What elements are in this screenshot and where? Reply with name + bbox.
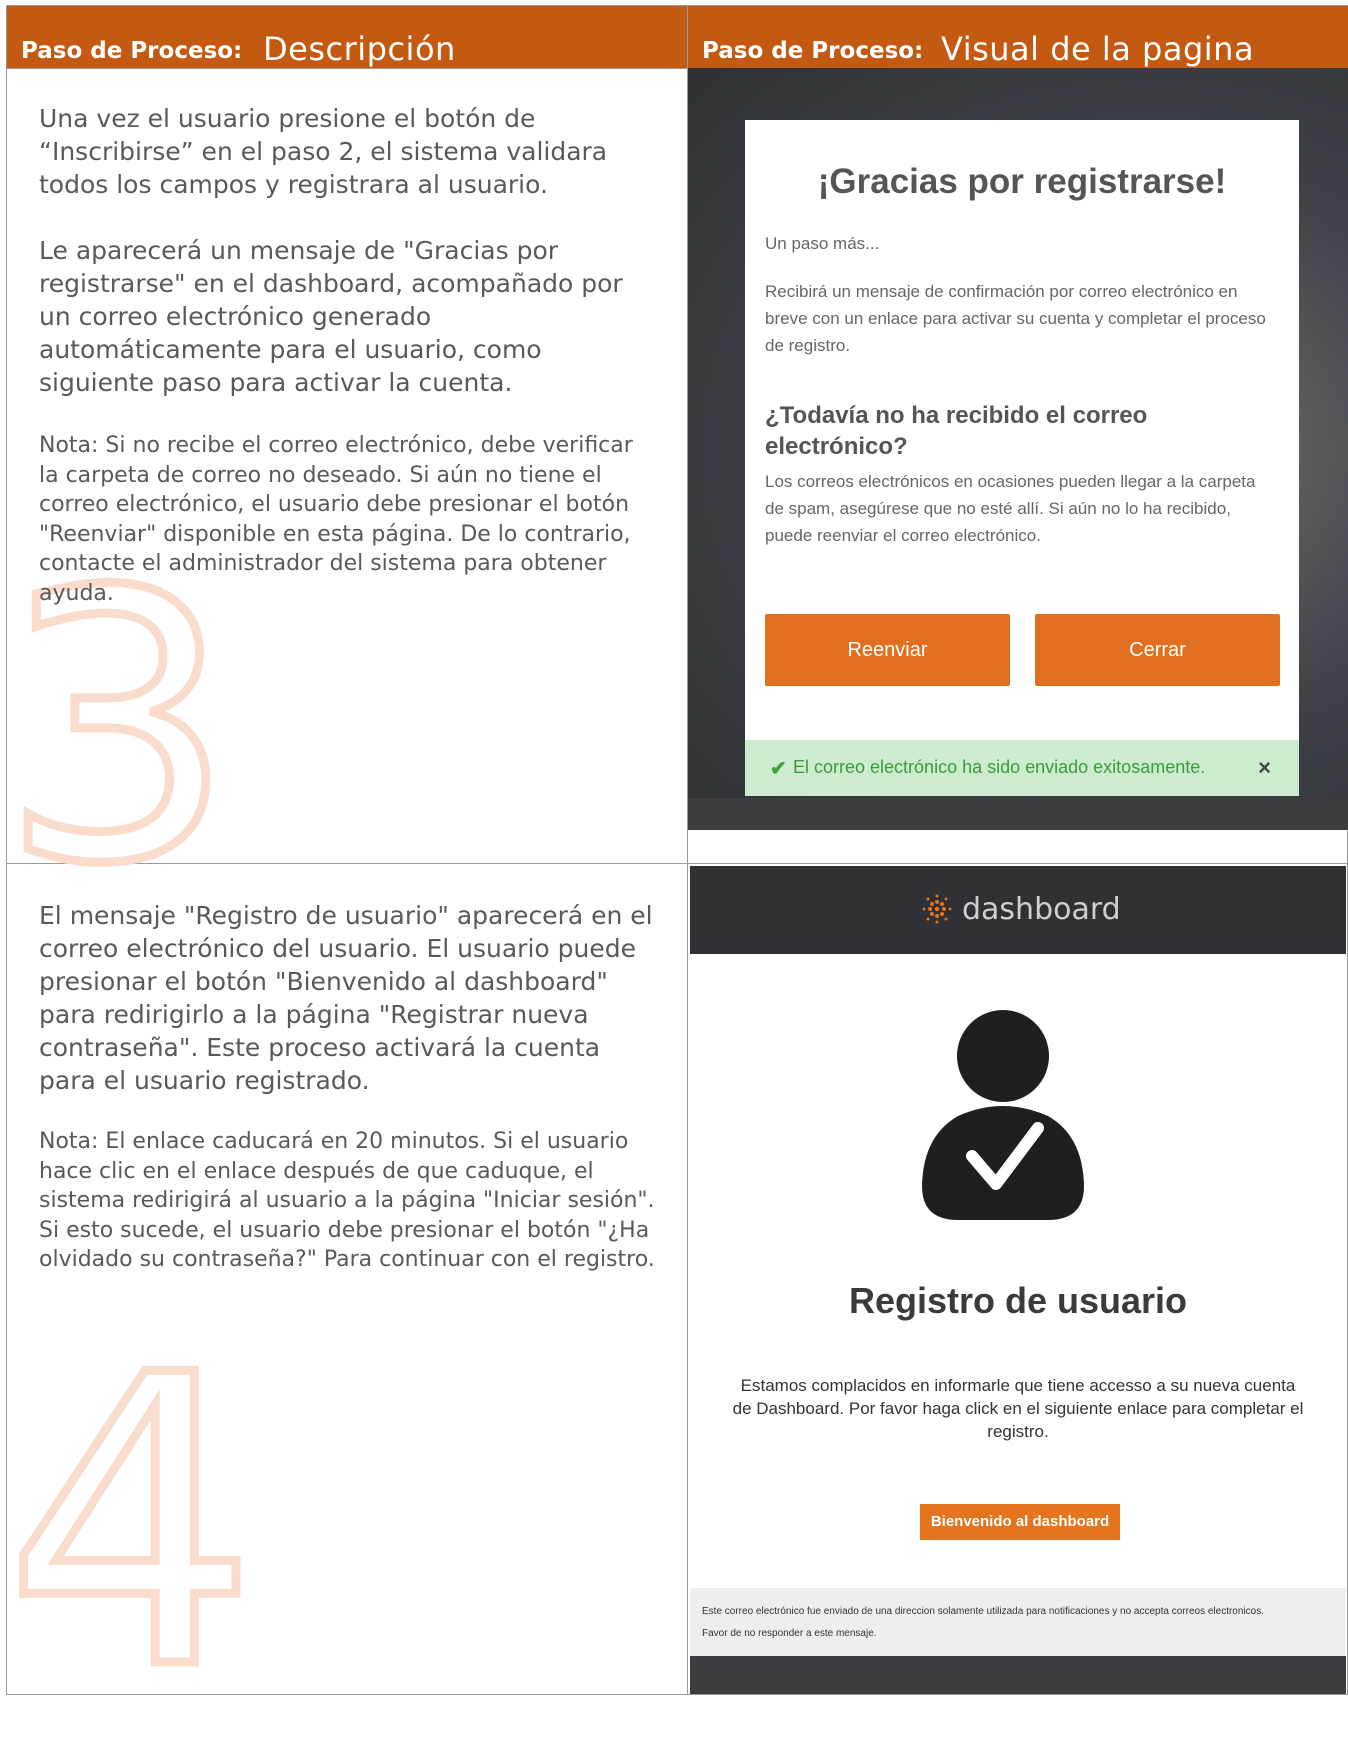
modal-question: ¿Todavía no ha recibido el correo electr… [765, 402, 1148, 460]
step4-paragraph-1: El mensaje "Registro de usuario" aparece… [39, 901, 653, 1095]
step4-note: Nota: El enlace caducará en 20 minutos. … [39, 1129, 655, 1272]
email-title: Registro de usuario [848, 1280, 1188, 1321]
step3-paragraph-2: Le aparecerá un mensaje de "Gracias por … [39, 236, 623, 397]
email-bottom-bar [690, 1656, 1346, 1694]
dashboard-logo-icon [922, 894, 952, 924]
success-alert-message: El correo electrónico ha sido enviado ex… [793, 757, 1206, 777]
email-footer-line-1: Este correo electrónico fue enviado de u… [702, 1606, 1264, 1617]
modal-hint: Los correos electrónicos en ocasiones pu… [765, 472, 1256, 545]
description-header-title: Descripción [263, 30, 456, 68]
email-header-bar: dashboard [690, 866, 1346, 954]
email-footer-line-2: Favor de no responder a este mensaje. [702, 1628, 877, 1639]
success-alert: ✔ El correo electrónico ha sido enviado … [745, 740, 1299, 796]
dashboard-brand: dashboard [962, 892, 1121, 927]
thank-you-modal: ¡Gracias por registrarse! Un paso más...… [745, 120, 1299, 796]
screenshot-bottom-bar [688, 798, 1348, 830]
visual-header-title: Visual de la pagina [941, 30, 1255, 68]
step3-note: Nota: Si no recibe el correo electrónico… [39, 433, 633, 606]
visual-header: Paso de Proceso: Visual de la pagina [688, 6, 1348, 68]
email-body: Estamos complacidos en informarle que ti… [732, 1376, 1304, 1441]
modal-title: ¡Gracias por registrarse! [817, 162, 1227, 201]
description-header-label: Paso de Proceso: [21, 38, 243, 64]
close-button[interactable]: Cerrar [1035, 614, 1280, 686]
email-footer: Este correo electrónico fue enviado de u… [690, 1588, 1346, 1656]
step4-description: El mensaje "Registro de usuario" aparece… [39, 899, 659, 1275]
description-header: Paso de Proceso: Descripción [7, 6, 687, 68]
check-icon: ✔ [770, 758, 787, 780]
modal-body: Recibirá un mensaje de confirmación por … [765, 282, 1266, 355]
alert-close-icon[interactable]: × [1258, 755, 1271, 781]
resend-button[interactable]: Reenviar [765, 614, 1010, 686]
registration-email-screenshot: dashboard Registro de usuario Estamos co… [690, 866, 1346, 1694]
thank-you-screenshot: ¡Gracias por registrarse! Un paso más...… [688, 68, 1348, 830]
step-number-4: 4 [0, 1292, 263, 1757]
step3-description: Una vez el usuario presione el botón de … [39, 102, 659, 608]
user-check-icon [922, 1010, 1084, 1220]
modal-subtitle: Un paso más... [765, 234, 880, 253]
welcome-dashboard-button[interactable]: Bienvenido al dashboard [920, 1504, 1120, 1540]
visual-header-label: Paso de Proceso: [702, 38, 924, 64]
step3-paragraph-1: Una vez el usuario presione el botón de … [39, 104, 608, 199]
